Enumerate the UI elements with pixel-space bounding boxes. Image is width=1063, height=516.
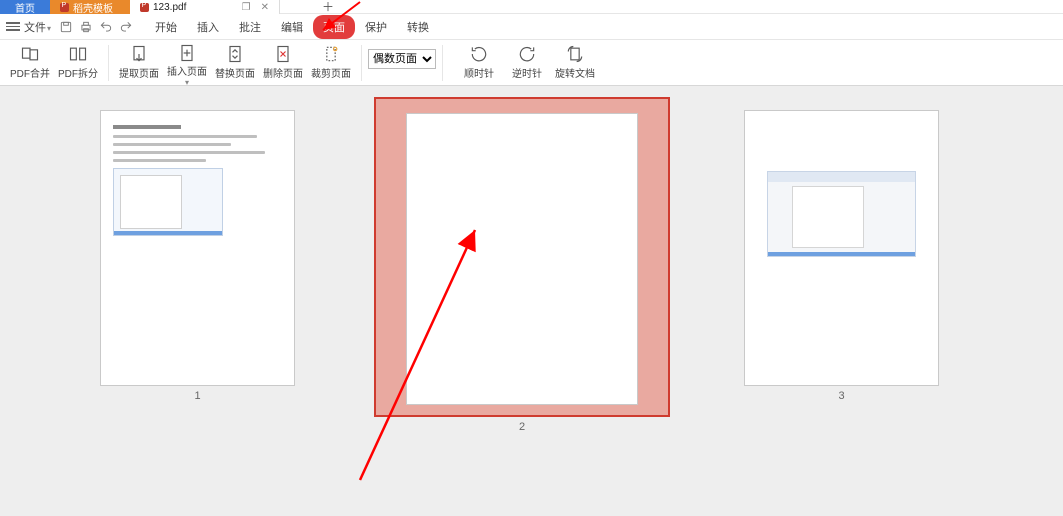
extract-page-button[interactable]: 提取页面 (115, 43, 163, 83)
print-icon[interactable] (79, 20, 93, 34)
pdf-merge-button[interactable]: PDF合并 (6, 43, 54, 83)
menu-convert[interactable]: 转换 (397, 15, 439, 39)
tab-home[interactable]: 首页 (0, 0, 50, 14)
delete-page-button[interactable]: 删除页面 (259, 43, 307, 83)
replace-page-button[interactable]: 替换页面 (211, 43, 259, 83)
menu-tabs: 开始 插入 批注 编辑 页面 保护 转换 (145, 15, 439, 39)
page-canvas[interactable]: 1 2 3 (0, 86, 1063, 516)
pdf-icon (140, 3, 149, 12)
wps-icon (60, 3, 69, 12)
tab-detach-icon[interactable]: ❐ (242, 2, 251, 13)
page-number: 1 (100, 390, 295, 402)
rotate-ccw-button[interactable]: 逆时针 (503, 43, 551, 83)
page-thumbnail-1[interactable]: 1 (100, 110, 295, 402)
menu-comment[interactable]: 批注 (229, 15, 271, 39)
page-number: 3 (744, 390, 939, 402)
rotate-cw-button[interactable]: 顺时针 (455, 43, 503, 83)
save-icon[interactable] (59, 20, 73, 34)
separator (108, 45, 109, 81)
pdf-split-button[interactable]: PDF拆分 (54, 43, 102, 83)
new-tab-button[interactable]: ＋ (322, 0, 334, 14)
page-2-preview (406, 113, 638, 405)
menu-page[interactable]: 页面 (313, 15, 355, 39)
page-range-select[interactable]: 偶数页面 (368, 49, 436, 69)
tab-document[interactable]: 123.pdf ❐ ✕ (130, 0, 280, 14)
menu-protect[interactable]: 保护 (355, 15, 397, 39)
tab-home-label: 首页 (15, 0, 35, 15)
embedded-screenshot-icon (767, 171, 916, 257)
tab-bar: 首页 稻壳模板 123.pdf ❐ ✕ (0, 0, 280, 14)
tab-close-icon[interactable]: ✕ (261, 2, 269, 13)
chevron-down-icon: ▾ (47, 24, 51, 33)
ribbon: PDF合并 PDF拆分 提取页面 插入页面▾ 替换页面 删除页面 裁剪页面 偶数… (0, 40, 1063, 86)
page-number: 2 (374, 421, 670, 433)
tab-template[interactable]: 稻壳模板 (50, 0, 130, 14)
rotate-doc-button[interactable]: 旋转文档 (551, 43, 599, 83)
tab-template-label: 稻壳模板 (73, 0, 113, 15)
file-menu[interactable]: 文件▾ (24, 19, 51, 35)
page-thumbnail-3[interactable]: 3 (744, 110, 939, 402)
undo-icon[interactable] (99, 20, 113, 34)
page-1-preview (100, 110, 295, 386)
menu-insert[interactable]: 插入 (187, 15, 229, 39)
page-thumbnail-2-selected[interactable]: 2 (374, 97, 670, 433)
tab-document-label: 123.pdf (153, 2, 186, 13)
hamburger-icon[interactable] (6, 22, 20, 31)
menu-bar: 文件▾ 开始 插入 批注 编辑 页面 保护 转换 (0, 14, 1063, 40)
menu-start[interactable]: 开始 (145, 15, 187, 39)
menu-edit[interactable]: 编辑 (271, 15, 313, 39)
separator (361, 45, 362, 81)
redo-icon[interactable] (119, 20, 133, 34)
quick-access (59, 20, 133, 34)
page-3-preview (744, 110, 939, 386)
separator (442, 45, 443, 81)
embedded-screenshot-icon (113, 168, 223, 236)
insert-page-button[interactable]: 插入页面▾ (163, 43, 211, 83)
crop-page-button[interactable]: 裁剪页面 (307, 43, 355, 83)
selection-highlight (374, 97, 670, 417)
